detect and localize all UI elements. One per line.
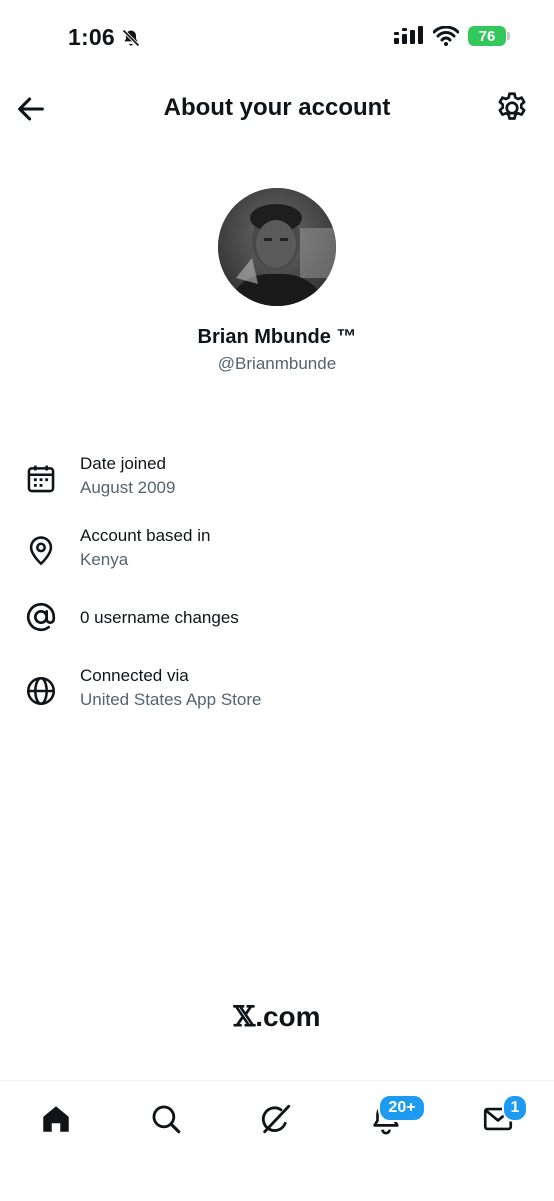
info-text: Date joined August 2009 <box>80 452 175 500</box>
calendar-icon <box>27 465 55 493</box>
info-value: Kenya <box>80 550 129 569</box>
gear-icon[interactable] <box>494 90 530 126</box>
nav-messages[interactable]: 1 <box>478 1094 528 1139</box>
status-time: 1:06 <box>68 24 141 51</box>
info-label: Connected via <box>80 666 189 685</box>
x-logo-mark: 𝕏 <box>233 1000 256 1033</box>
info-label: 0 username changes <box>80 608 239 627</box>
search-icon <box>152 1105 181 1134</box>
profile-photo <box>218 188 336 306</box>
battery-level: 76 <box>478 27 496 45</box>
nav-search[interactable] <box>146 1099 186 1139</box>
messages-badge: 1 <box>502 1094 528 1122</box>
status-time-text: 1:06 <box>68 24 115 50</box>
wifi-icon <box>433 26 459 46</box>
x-logo-text: .com <box>255 1001 321 1032</box>
header: About your account <box>0 74 554 144</box>
status-bar: 1:06 76 <box>0 0 554 74</box>
profile-handle: @Brianmbunde <box>217 354 337 373</box>
at-sign-icon <box>26 602 56 632</box>
info-date-joined: Date joined August 2009 <box>0 452 554 508</box>
info-value: August 2009 <box>80 478 176 497</box>
bottom-nav: 20+ 1 <box>0 1080 554 1201</box>
notifications-badge: 20+ <box>378 1094 426 1122</box>
info-connected-via: Connected via United States App Store <box>0 664 554 720</box>
nav-notifications[interactable]: 20+ <box>366 1094 426 1139</box>
cellular-signal-icon <box>394 26 423 44</box>
info-value: United States App Store <box>80 690 262 709</box>
globe-icon <box>26 676 56 706</box>
home-icon <box>43 1106 69 1132</box>
nav-grok[interactable] <box>256 1099 296 1139</box>
info-text: Connected via United States App Store <box>80 664 261 712</box>
location-pin-icon <box>29 536 53 566</box>
info-username-changes: 0 username changes <box>0 602 554 658</box>
info-label: Account based in <box>80 526 211 545</box>
info-text: 0 username changes <box>80 606 239 630</box>
battery-indicator: 76 <box>468 26 510 46</box>
x-com-logo: 𝕏.com <box>0 1000 554 1033</box>
profile-name: Brian Mbunde ™ <box>197 326 357 348</box>
page-title: About your account <box>163 94 391 121</box>
status-indicators: 76 <box>394 26 510 46</box>
info-label: Date joined <box>80 454 167 473</box>
grok-icon <box>261 1104 291 1134</box>
bell-muted-icon <box>122 28 140 47</box>
nav-home[interactable] <box>36 1099 76 1139</box>
info-account-based-in: Account based in Kenya <box>0 524 554 580</box>
info-text: Account based in Kenya <box>80 524 210 572</box>
avatar <box>218 188 336 306</box>
